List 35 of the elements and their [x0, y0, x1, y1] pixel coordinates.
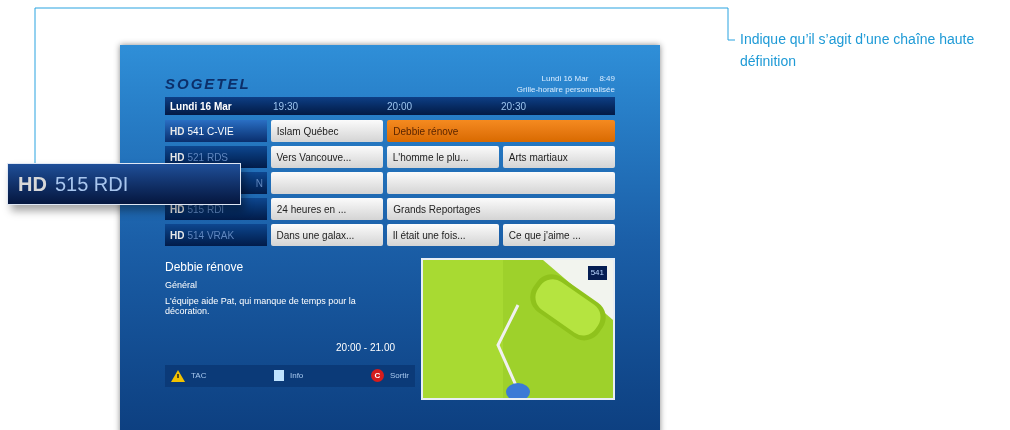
program-cell[interactable]: Debbie rénove [387, 120, 615, 142]
program-cell[interactable]: Arts martiaux [502, 146, 615, 168]
time-label: 20:30 [501, 99, 528, 114]
program-cell[interactable]: Dans une galax... [270, 224, 383, 246]
hd-label: HD [18, 172, 47, 197]
date-time: Lundi 16 Mar 8:49 [541, 73, 615, 84]
footer-label[interactable]: Info [289, 369, 304, 382]
program-cell[interactable]: L'homme le plu... [386, 146, 499, 168]
logo: SOGETEL [165, 73, 251, 94]
program-title: Debbie rénove [165, 259, 245, 276]
callout-text: Indique qu’il s’agit d’une chaîne haute définition [740, 30, 976, 71]
program-cell[interactable]: Il était une fois... [386, 224, 499, 246]
exit-key-icon: C [370, 369, 384, 382]
square-icon [273, 370, 284, 381]
footer-label[interactable]: TAC [191, 369, 207, 382]
channel-label[interactable]: HD 514 VRAK [165, 224, 267, 246]
footer-label[interactable]: Sortir [389, 369, 409, 382]
channel-name: 515 RDI [54, 172, 129, 197]
channel-badge: 541 [587, 266, 607, 280]
program-genre: Général [165, 279, 199, 292]
program-cell[interactable] [387, 172, 615, 194]
time-label: 19:30 [273, 99, 300, 114]
channel-label[interactable]: HD 541 C-VIE [165, 120, 267, 142]
program-time: 20:00 - 21.00 [336, 340, 395, 355]
program-cell[interactable] [271, 172, 384, 194]
program-cell[interactable]: Vers Vancouve... [270, 146, 383, 168]
program-cell[interactable]: Islam Québec [270, 120, 384, 142]
warning-icon [171, 369, 185, 382]
program-cell[interactable]: Grands Reportages [387, 198, 615, 220]
guide-subtitle: Grille-horaire personnalisée [516, 84, 615, 95]
program-description: L'équipe aide Pat, qui manque de temps pour la décoration. [165, 295, 357, 316]
program-cell[interactable]: Ce que j'aime ... [502, 224, 615, 246]
time-label: 20:00 [387, 99, 414, 114]
header-date: Lundi 16 Mar [169, 99, 233, 114]
program-cell[interactable]: 24 heures en ... [270, 198, 384, 220]
